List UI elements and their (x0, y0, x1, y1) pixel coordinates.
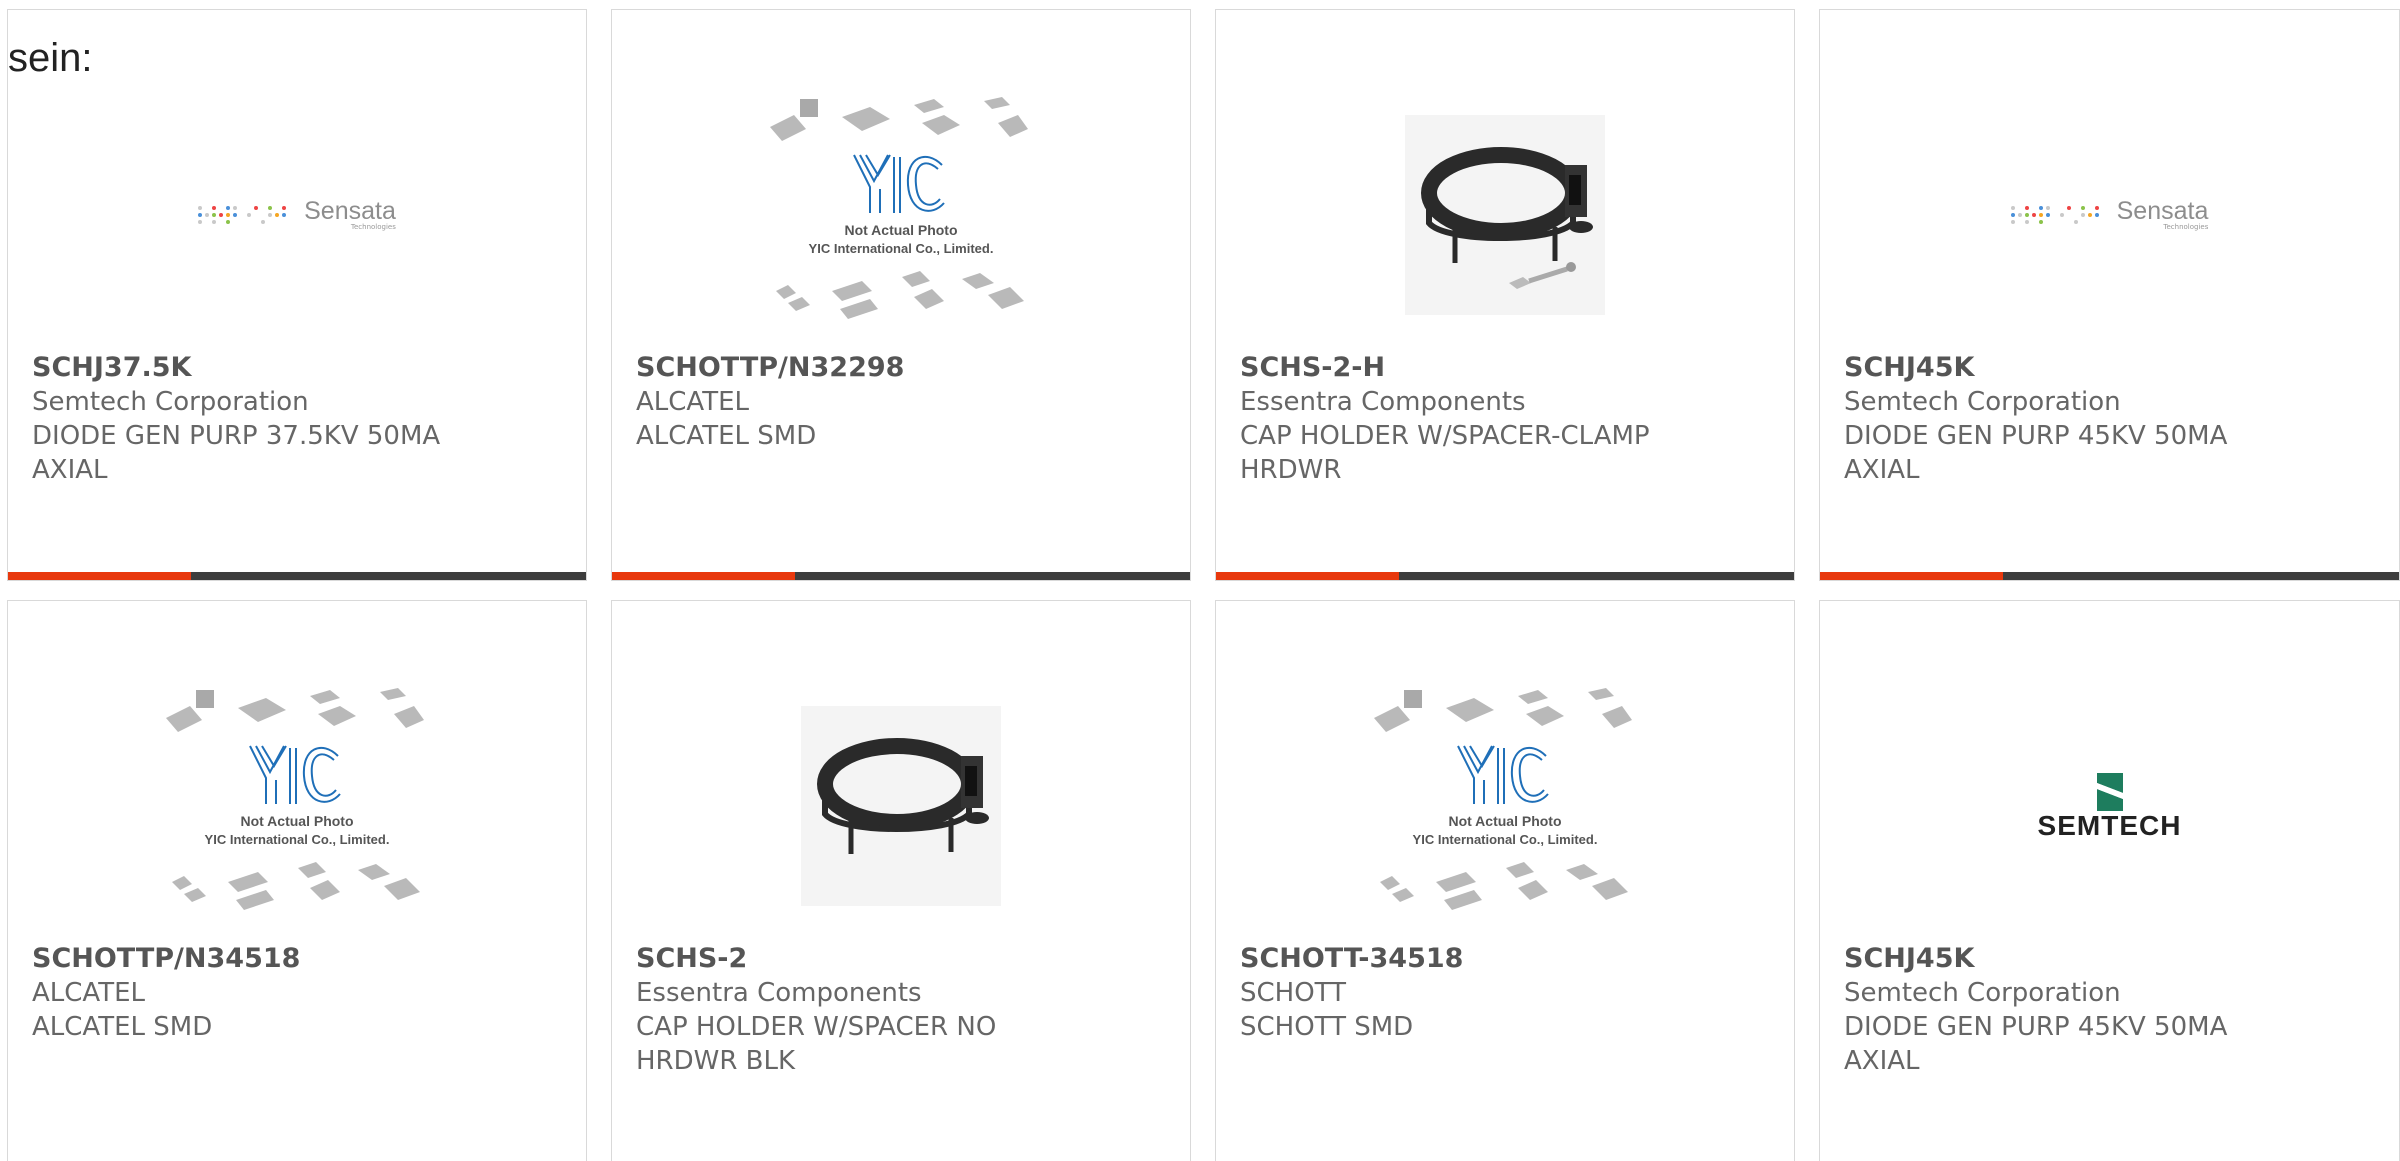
manufacturer: Essentra Components (1240, 387, 1526, 417)
part-number[interactable]: SCHS-2-H (1240, 351, 1778, 385)
product-card[interactable]: Not Actual Photo YIC International Co., … (7, 600, 587, 1161)
product-image (1216, 80, 1794, 350)
product-info: SCHOTTP/N34518 ALCATEL ALCATEL SMD (32, 942, 570, 1044)
part-number[interactable]: SCHJ45K (1844, 351, 2383, 385)
manufacturer: Essentra Components (636, 978, 922, 1008)
part-number[interactable]: SCHOTTP/N34518 (32, 942, 570, 976)
photo-note-2: YIC International Co., Limited. (1413, 832, 1598, 847)
product-image: Not Actual Photo YIC International Co., … (1216, 671, 1794, 941)
description-line-1: DIODE GEN PURP 45KV 50MA (1844, 421, 2228, 451)
yic-placeholder-image: Not Actual Photo YIC International Co., … (770, 97, 1028, 319)
clamp-with-hardware-image (1405, 115, 1605, 315)
product-info: SCHOTTP/N32298 ALCATEL ALCATEL SMD (636, 351, 1174, 453)
product-image (612, 671, 1190, 941)
product-card[interactable]: Sensata Technologies SCHJ37.5K Semtech C… (7, 9, 587, 581)
manufacturer: Semtech Corporation (32, 387, 309, 417)
logo-text: SEMTECH (2037, 810, 2182, 841)
clamp-image (801, 706, 1001, 906)
part-number[interactable]: SCHOTTP/N32298 (636, 351, 1174, 385)
product-card[interactable]: Not Actual Photo YIC International Co., … (1215, 600, 1795, 1161)
photo-note-1: Not Actual Photo (844, 222, 957, 238)
sensata-logo: Sensata Technologies (198, 196, 396, 231)
description-line-2: HRDWR BLK (636, 1046, 796, 1076)
part-number[interactable]: SCHS-2 (636, 942, 1174, 976)
card-footer-bar (8, 572, 586, 580)
sensata-dots-icon (2010, 205, 2107, 225)
product-image: SEMTECH (1820, 671, 2399, 941)
product-image: Sensata Technologies (8, 80, 586, 350)
product-info: SCHJ45K Semtech Corporation DIODE GEN PU… (1844, 942, 2383, 1078)
part-number[interactable]: SCHOTT-34518 (1240, 942, 1778, 976)
description-line-2: AXIAL (1844, 1046, 1920, 1076)
description-line-1: DIODE GEN PURP 37.5KV 50MA (32, 421, 441, 451)
product-image: Not Actual Photo YIC International Co., … (8, 671, 586, 941)
semtech-mark-icon (2096, 773, 2123, 811)
description-line-2: HRDWR (1240, 455, 1342, 485)
manufacturer: ALCATEL (636, 387, 749, 417)
photo-note-1: Not Actual Photo (1448, 813, 1561, 829)
description-line-1: SCHOTT SMD (1240, 1012, 1414, 1042)
product-grid-page: sein: Sensata Technologies SCHJ37.5K Sem… (0, 0, 2400, 1161)
product-image: Not Actual Photo YIC International Co., … (612, 80, 1190, 350)
product-image: Sensata Technologies (1820, 80, 2399, 350)
logo-text: Sensata (2116, 196, 2209, 225)
description-line-1: ALCATEL SMD (636, 421, 817, 451)
product-card[interactable]: SCHS-2 Essentra Components CAP HOLDER W/… (611, 600, 1191, 1161)
description-line-2: AXIAL (1844, 455, 1920, 485)
manufacturer: SCHOTT (1240, 978, 1346, 1008)
card-footer-accent (1820, 572, 2003, 580)
product-info: SCHS-2 Essentra Components CAP HOLDER W/… (636, 942, 1174, 1078)
card-footer-accent (1216, 572, 1399, 580)
card-footer-bar (1216, 572, 1794, 580)
description-line-1: ALCATEL SMD (32, 1012, 213, 1042)
part-number[interactable]: SCHJ37.5K (32, 351, 570, 385)
description-line-1: DIODE GEN PURP 45KV 50MA (1844, 1012, 2228, 1042)
description-line-2: AXIAL (32, 455, 108, 485)
sensata-logo: Sensata Technologies (2010, 196, 2209, 231)
card-footer-accent (612, 572, 795, 580)
photo-note-2: YIC International Co., Limited. (205, 832, 390, 847)
part-number[interactable]: SCHJ45K (1844, 942, 2383, 976)
description-line-1: CAP HOLDER W/SPACER-CLAMP (1240, 421, 1650, 451)
manufacturer: ALCATEL (32, 978, 145, 1008)
manufacturer: Semtech Corporation (1844, 387, 2121, 417)
product-card[interactable]: SCHS-2-H Essentra Components CAP HOLDER … (1215, 9, 1795, 581)
yic-placeholder-image: Not Actual Photo YIC International Co., … (1374, 688, 1632, 910)
card-footer-accent (8, 572, 191, 580)
product-info: SCHOTT-34518 SCHOTT SCHOTT SMD (1240, 942, 1778, 1044)
product-card[interactable]: SEMTECH SCHJ45K Semtech Corporation DIOD… (1819, 600, 2400, 1161)
product-info: SCHJ37.5K Semtech Corporation DIODE GEN … (32, 351, 570, 487)
card-footer-bar (612, 572, 1190, 580)
product-info: SCHJ45K Semtech Corporation DIODE GEN PU… (1844, 351, 2383, 487)
sensata-dots-icon (198, 205, 294, 225)
product-card[interactable]: Sensata Technologies SCHJ45K Semtech Cor… (1819, 9, 2400, 581)
section-heading: sein: (8, 36, 93, 80)
description-line-1: CAP HOLDER W/SPACER NO (636, 1012, 997, 1042)
logo-text: Sensata (304, 196, 396, 225)
manufacturer: Semtech Corporation (1844, 978, 2121, 1008)
semtech-logo: SEMTECH (2037, 773, 2182, 841)
card-footer-bar (1820, 572, 2399, 580)
photo-note-1: Not Actual Photo (240, 813, 353, 829)
yic-placeholder-image: Not Actual Photo YIC International Co., … (166, 688, 424, 910)
photo-note-2: YIC International Co., Limited. (809, 241, 994, 256)
product-info: SCHS-2-H Essentra Components CAP HOLDER … (1240, 351, 1778, 487)
product-card[interactable]: Not Actual Photo YIC International Co., … (611, 9, 1191, 581)
